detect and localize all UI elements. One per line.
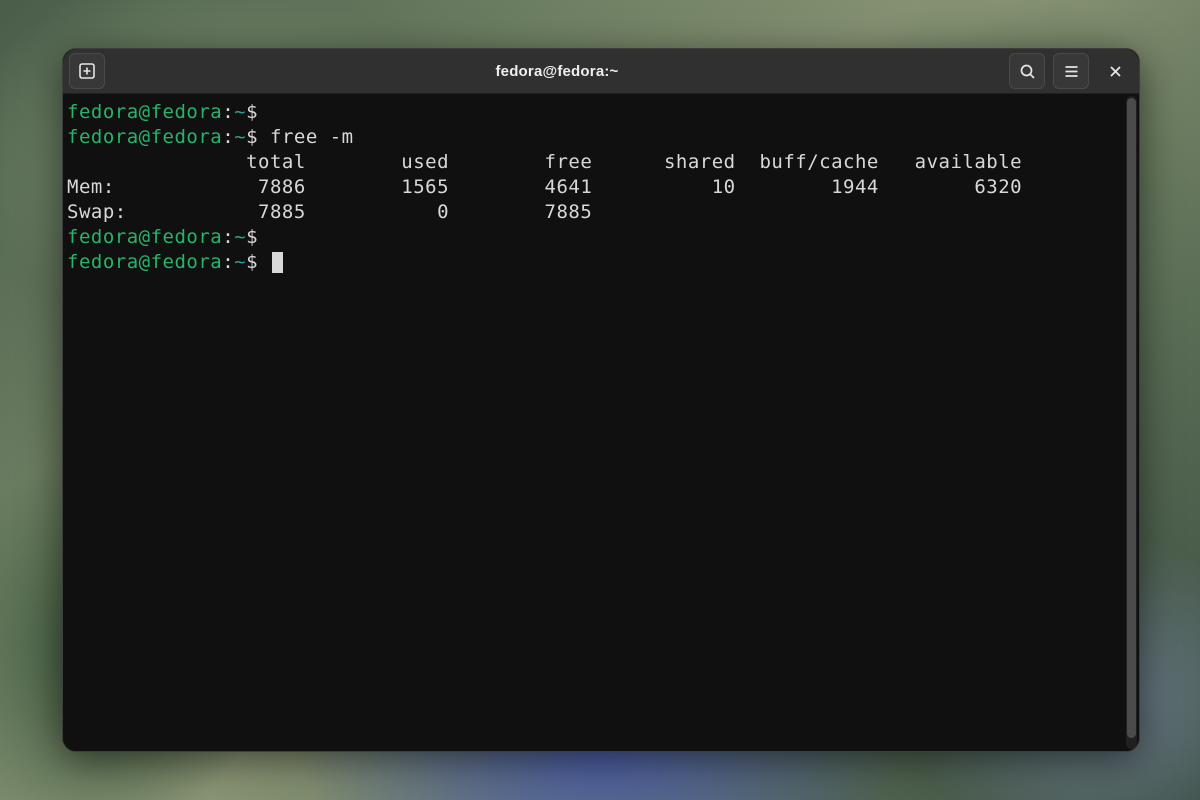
search-icon [1019,63,1036,80]
prompt-sep: : [222,226,234,248]
hamburger-icon [1063,63,1080,80]
titlebar: fedora@fedora:~ [63,49,1139,94]
prompt-user: fedora@fedora [67,251,222,273]
prompt-sep: : [222,251,234,273]
prompt-sigil: $ [246,101,258,123]
search-button[interactable] [1009,53,1045,89]
plus-box-icon [78,62,96,80]
prompt-sep: : [222,101,234,123]
scrollbar[interactable] [1126,96,1137,749]
terminal-output: fedora@fedora:~$ fedora@fedora:~$ free -… [63,94,1126,751]
close-button[interactable] [1097,53,1133,89]
scrollbar-thumb[interactable] [1127,98,1136,738]
prompt-sigil: $ [246,226,258,248]
prompt-user: fedora@fedora [67,101,222,123]
cursor-block [272,252,283,273]
prompt-sep: : [222,126,234,148]
output-header: total used free shared buff/cache availa… [67,150,1122,175]
prompt-path: ~ [234,126,246,148]
prompt-line: fedora@fedora:~$ [67,100,1122,125]
prompt-line: fedora@fedora:~$ [67,250,1122,275]
new-tab-button[interactable] [69,53,105,89]
desktop-wallpaper: fedora@fedora:~ [0,0,1200,800]
prompt-line: fedora@fedora:~$ [67,225,1122,250]
output-mem-row: Mem: 7886 1565 4641 10 1944 6320 [67,175,1122,200]
prompt-path: ~ [234,251,246,273]
output-swap-row: Swap: 7885 0 7885 [67,200,1122,225]
terminal-body[interactable]: fedora@fedora:~$ fedora@fedora:~$ free -… [63,94,1139,751]
prompt-path: ~ [234,226,246,248]
command-text: free -m [270,126,354,148]
prompt-line: fedora@fedora:~$ free -m [67,125,1122,150]
prompt-sigil: $ [246,251,258,273]
menu-button[interactable] [1053,53,1089,89]
window-title: fedora@fedora:~ [113,63,1001,80]
close-icon [1108,64,1123,79]
prompt-user: fedora@fedora [67,126,222,148]
prompt-sigil: $ [246,126,258,148]
prompt-path: ~ [234,101,246,123]
terminal-window: fedora@fedora:~ [62,48,1140,752]
prompt-user: fedora@fedora [67,226,222,248]
